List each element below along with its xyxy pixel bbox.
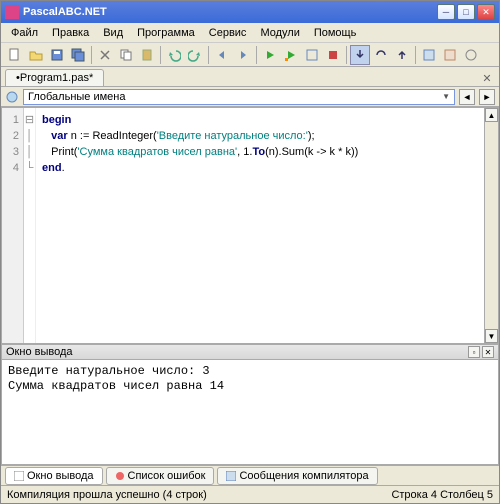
menu-program[interactable]: Программа [131, 25, 201, 41]
output-icon [14, 471, 24, 481]
tool-b-button[interactable] [440, 45, 460, 65]
app-icon [5, 5, 19, 19]
menu-bar: Файл Правка Вид Программа Сервис Модули … [1, 23, 499, 43]
minimize-button[interactable]: ─ [437, 4, 455, 20]
menu-service[interactable]: Сервис [203, 25, 253, 41]
cut-button[interactable] [95, 45, 115, 65]
run-button[interactable] [260, 45, 280, 65]
menu-help[interactable]: Помощь [308, 25, 363, 41]
output-panel[interactable]: Введите натуральное число: 3 Сумма квадр… [1, 360, 499, 465]
code-editor[interactable]: 1 2 3 4 ⊟││└ begin var n := ReadInteger(… [1, 107, 499, 344]
tool-a-button[interactable] [419, 45, 439, 65]
code-area[interactable]: begin var n := ReadInteger('Введите нату… [36, 108, 484, 343]
copy-button[interactable] [116, 45, 136, 65]
menu-modules[interactable]: Модули [254, 25, 305, 41]
tool-c-button[interactable] [461, 45, 481, 65]
step-over-button[interactable] [371, 45, 391, 65]
tab-compiler[interactable]: Сообщения компилятора [217, 467, 377, 485]
close-button[interactable]: ✕ [477, 4, 495, 20]
scroll-up-button[interactable]: ▲ [485, 108, 498, 122]
new-file-button[interactable] [5, 45, 25, 65]
scope-selector[interactable]: Глобальные имена ▼ [23, 89, 455, 105]
undo-button[interactable] [164, 45, 184, 65]
step-out-button[interactable] [392, 45, 412, 65]
chevron-down-icon: ▼ [442, 92, 450, 101]
output-panel-title: Окно вывода [6, 346, 73, 358]
line-gutter: 1 2 3 4 [2, 108, 24, 343]
run-noform-button[interactable] [281, 45, 301, 65]
nav-icon [5, 90, 19, 104]
menu-edit[interactable]: Правка [46, 25, 95, 41]
save-all-button[interactable] [68, 45, 88, 65]
panel-pin-button[interactable]: ▫ [468, 346, 480, 358]
fold-column[interactable]: ⊟││└ [24, 108, 36, 343]
compile-button[interactable] [302, 45, 322, 65]
window-title: PascalABC.NET [23, 6, 437, 18]
output-panel-header: Окно вывода ▫ ✕ [1, 344, 499, 360]
window-buttons: ─ □ ✕ [437, 4, 495, 20]
file-tab[interactable]: •Program1.pas* [5, 69, 104, 86]
tab-output[interactable]: Окно вывода [5, 467, 103, 485]
menu-file[interactable]: Файл [5, 25, 44, 41]
bottom-tabs: Окно вывода Список ошибок Сообщения комп… [1, 465, 499, 485]
nav-next-button[interactable]: ► [479, 89, 495, 105]
status-cursor: Строка 4 Столбец 5 [391, 489, 493, 501]
step-into-button[interactable] [350, 45, 370, 65]
scroll-down-button[interactable]: ▼ [485, 329, 498, 343]
maximize-button[interactable]: □ [457, 4, 475, 20]
stop-button[interactable] [323, 45, 343, 65]
errors-icon [115, 471, 125, 481]
scope-label: Глобальные имена [28, 91, 126, 103]
panel-close-button[interactable]: ✕ [482, 346, 494, 358]
save-button[interactable] [47, 45, 67, 65]
title-bar: PascalABC.NET ─ □ ✕ [1, 1, 499, 23]
toolbar [1, 43, 499, 67]
status-bar: Компиляция прошла успешно (4 строк) Стро… [1, 485, 499, 503]
tab-errors[interactable]: Список ошибок [106, 467, 215, 485]
redo-button[interactable] [185, 45, 205, 65]
editor-scrollbar[interactable]: ▲ ▼ [484, 108, 498, 343]
status-compile: Компиляция прошла успешно (4 строк) [7, 489, 207, 501]
menu-view[interactable]: Вид [97, 25, 129, 41]
code-navigator: Глобальные имена ▼ ◄ ► [1, 87, 499, 107]
paste-button[interactable] [137, 45, 157, 65]
nav-prev-button[interactable]: ◄ [459, 89, 475, 105]
open-file-button[interactable] [26, 45, 46, 65]
editor-tabs: •Program1.pas* ✕ [1, 67, 499, 87]
close-tab-button[interactable]: ✕ [479, 70, 495, 86]
nav-fwd-button[interactable] [233, 45, 253, 65]
compiler-icon [226, 471, 236, 481]
nav-back-button[interactable] [212, 45, 232, 65]
